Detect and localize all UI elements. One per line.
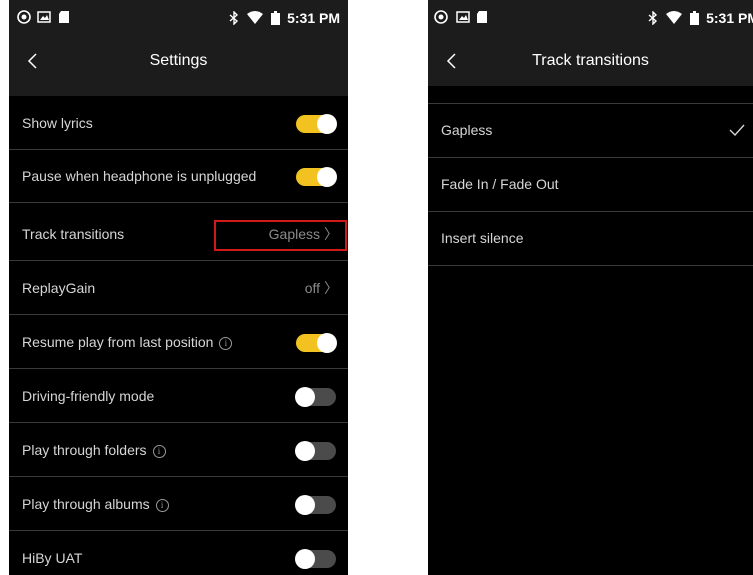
show-lyrics-toggle[interactable] <box>296 114 337 134</box>
option-insert-silence[interactable]: Insert silence <box>428 212 753 266</box>
section-spacer <box>9 86 348 96</box>
toggle-knob <box>317 167 337 187</box>
setting-label: HiBy UAT <box>22 550 83 566</box>
resume-play-toggle[interactable] <box>296 333 337 353</box>
title-bar: Track transitions <box>428 36 753 86</box>
toggle-knob <box>317 333 337 353</box>
info-icon[interactable]: i <box>219 337 233 350</box>
image-icon <box>37 11 51 23</box>
driving-mode-toggle[interactable] <box>295 387 336 407</box>
setting-driving-mode[interactable]: Driving-friendly mode <box>9 370 348 423</box>
setting-hiby-uat[interactable]: HiBy UAT <box>9 532 348 575</box>
option-gapless[interactable]: Gapless <box>428 104 753 158</box>
setting-replaygain[interactable]: ReplayGain off 〉 <box>9 262 348 315</box>
setting-label: Track transitions <box>22 226 125 242</box>
app-icon <box>434 10 448 24</box>
status-bar: 5:31 PM <box>428 0 753 36</box>
track-transitions-value[interactable]: Gapless 〉 <box>269 208 338 260</box>
value-text: off <box>304 280 320 296</box>
status-bar: 5:31 PM <box>9 0 348 36</box>
check-icon <box>729 124 745 136</box>
option-label: Fade In / Fade Out <box>441 176 559 192</box>
bluetooth-icon <box>229 11 239 25</box>
play-folders-toggle[interactable] <box>295 441 336 461</box>
sd-card-icon <box>477 11 487 23</box>
setting-pause-unplugged[interactable]: Pause when headphone is unplugged <box>9 150 348 203</box>
hiby-uat-toggle[interactable] <box>295 549 336 569</box>
setting-play-albums[interactable]: Play through albums i <box>9 478 348 531</box>
bluetooth-icon <box>648 11 658 25</box>
app-icon <box>17 10 31 24</box>
info-icon[interactable]: i <box>155 499 169 512</box>
status-time: 5:31 PM <box>706 10 753 26</box>
setting-label: Driving-friendly mode <box>22 388 155 404</box>
page-title: Track transitions <box>532 52 649 69</box>
info-icon[interactable]: i <box>152 445 166 458</box>
setting-label-wrap: Play through albums i <box>22 478 169 530</box>
page-title: Settings <box>149 52 208 69</box>
setting-label: Play through albums <box>22 496 150 512</box>
image-icon <box>456 11 470 23</box>
toggle-knob <box>295 387 315 407</box>
battery-icon <box>690 11 700 25</box>
wifi-icon <box>247 11 264 24</box>
setting-resume-play[interactable]: Resume play from last position i <box>9 316 348 369</box>
play-albums-toggle[interactable] <box>295 495 336 515</box>
setting-play-folders[interactable]: Play through folders i <box>9 424 348 477</box>
chevron-right-icon: 〉 <box>324 226 338 242</box>
replaygain-value[interactable]: off 〉 <box>305 262 338 314</box>
wifi-icon <box>666 11 683 24</box>
option-label: Insert silence <box>441 230 524 246</box>
value-text: Gapless <box>268 226 320 242</box>
toggle-knob <box>295 495 315 515</box>
setting-label-wrap: Play through folders i <box>22 424 166 476</box>
battery-icon <box>271 11 281 25</box>
toggle-knob <box>295 549 315 569</box>
setting-label: ReplayGain <box>22 280 96 296</box>
setting-label: Show lyrics <box>22 115 93 131</box>
title-bar: Settings <box>9 36 348 86</box>
track-transitions-screen: 5:31 PM Track transitions Gapless Fade I… <box>428 0 753 575</box>
sd-card-icon <box>59 11 69 23</box>
setting-show-lyrics[interactable]: Show lyrics <box>9 97 348 150</box>
toggle-knob <box>317 114 337 134</box>
pause-unplugged-toggle[interactable] <box>296 167 337 187</box>
setting-label: Resume play from last position <box>22 334 214 350</box>
settings-screen: 5:31 PM Settings Show lyrics Pause when … <box>9 0 348 575</box>
option-fade[interactable]: Fade In / Fade Out <box>428 158 753 212</box>
toggle-knob <box>295 441 315 461</box>
section-spacer <box>428 86 753 104</box>
status-time: 5:31 PM <box>287 10 340 26</box>
setting-label-wrap: Resume play from last position i <box>22 316 233 368</box>
setting-label: Play through folders <box>22 442 147 458</box>
setting-label: Pause when headphone is unplugged <box>22 168 257 184</box>
option-label: Gapless <box>441 122 493 138</box>
setting-track-transitions[interactable]: Track transitions Gapless 〉 <box>9 208 348 261</box>
chevron-right-icon: 〉 <box>324 280 338 296</box>
